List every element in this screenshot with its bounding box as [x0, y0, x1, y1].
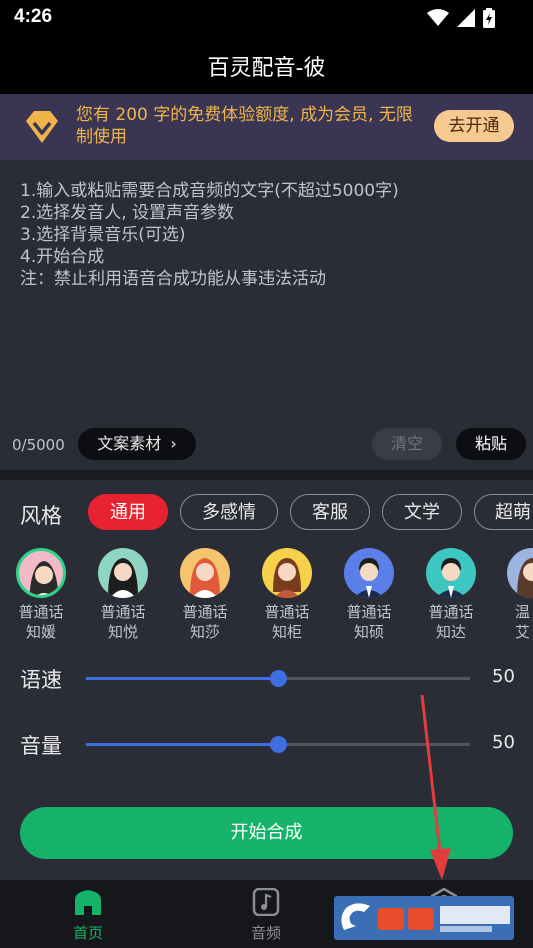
voice-name: 知柜: [271, 623, 302, 641]
avatar: [16, 548, 66, 598]
voice-item[interactable]: 普通话 知莎: [167, 548, 243, 642]
watermark-logo: [334, 896, 514, 940]
avatar: [180, 548, 230, 598]
clear-button[interactable]: 清空: [372, 428, 442, 460]
voice-list: 普通话 知媛 普通话 知悦 普通话 知莎 普通话 知柜 普通话 知硕 普通话 知…: [0, 548, 533, 648]
editor-placeholder: 1.输入或粘贴需要合成音频的文字(不超过5000字) 2.选择发音人, 设置声音…: [20, 180, 399, 290]
style-chip-service[interactable]: 客服: [290, 494, 370, 530]
avatar: [262, 548, 312, 598]
page-title: 百灵配音-彼: [207, 56, 326, 81]
voice-name: 知达: [435, 623, 466, 641]
voice-item[interactable]: 普通话 知柜: [249, 548, 325, 642]
signal-icon: [457, 9, 475, 27]
voice-item[interactable]: 温 艾: [495, 548, 533, 642]
style-label: 风格: [20, 504, 62, 528]
volume-slider-fill: [86, 743, 278, 746]
voice-item[interactable]: 普通话 知媛: [3, 548, 79, 642]
copy-material-button[interactable]: 文案素材 ›: [78, 428, 196, 460]
tab-home-label: 首页: [72, 924, 103, 942]
voice-language: 温: [515, 603, 531, 621]
voice-language: 普通话: [18, 603, 64, 621]
volume-value: 50: [492, 732, 515, 753]
tab-audio[interactable]: 音频: [226, 887, 306, 943]
chevron-right-icon: ›: [170, 434, 177, 453]
avatar: [426, 548, 476, 598]
voice-item[interactable]: 普通话 知达: [413, 548, 489, 642]
voice-item[interactable]: 普通话 知悦: [85, 548, 161, 642]
speed-label: 语速: [20, 668, 62, 692]
style-chip-emotional[interactable]: 多感情: [180, 494, 278, 530]
voice-name: 艾: [515, 623, 531, 641]
avatar: [98, 548, 148, 598]
speed-slider-fill: [86, 677, 278, 680]
speed-value: 50: [492, 666, 515, 687]
wifi-icon: [427, 9, 449, 26]
hint-line: 2.选择发音人, 设置声音参数: [20, 203, 235, 223]
voice-item[interactable]: 普通话 知硕: [331, 548, 407, 642]
volume-slider[interactable]: [86, 736, 470, 753]
voice-name: 知硕: [353, 623, 384, 641]
status-icons: [427, 8, 495, 28]
speed-slider-row: 语速 50: [0, 658, 533, 698]
battery-icon: [483, 8, 495, 28]
diamond-icon: [26, 111, 58, 143]
volume-slider-thumb[interactable]: [270, 736, 287, 753]
hint-line: 1.输入或粘贴需要合成音频的文字(不超过5000字): [20, 181, 399, 201]
style-chip-general[interactable]: 通用: [88, 494, 168, 530]
voice-name: 知媛: [25, 623, 56, 641]
text-editor[interactable]: 1.输入或粘贴需要合成音频的文字(不超过5000字) 2.选择发音人, 设置声音…: [0, 160, 533, 470]
section-divider: [0, 470, 533, 480]
status-bar: 4:26: [0, 0, 533, 36]
voice-language: 普通话: [346, 603, 392, 621]
voice-language: 普通话: [264, 603, 310, 621]
volume-slider-row: 音量 50: [0, 724, 533, 764]
tab-audio-label: 音频: [250, 924, 281, 942]
voice-name: 知悦: [107, 623, 138, 641]
volume-label: 音量: [20, 734, 62, 758]
subscribe-button[interactable]: 去开通: [434, 110, 514, 142]
paste-button[interactable]: 粘贴: [456, 428, 526, 460]
hint-line: 4.开始合成: [20, 247, 105, 267]
voice-name: 知莎: [189, 623, 220, 641]
style-chip-cute[interactable]: 超萌: [474, 494, 533, 530]
copy-material-label: 文案素材: [97, 434, 162, 453]
home-icon: [75, 890, 101, 915]
avatar: [507, 548, 533, 598]
music-file-icon: [252, 887, 280, 917]
character-counter: 0/5000: [12, 436, 65, 454]
speed-slider-thumb[interactable]: [270, 670, 287, 687]
speed-slider[interactable]: [86, 670, 470, 687]
style-chip-literature[interactable]: 文学: [382, 494, 462, 530]
hint-line: 3.选择背景音乐(可选): [20, 225, 186, 245]
voice-language: 普通话: [100, 603, 146, 621]
avatar: [344, 548, 394, 598]
vip-message: 您有 200 字的免费体验额度, 成为会员, 无限制使用: [76, 105, 413, 147]
voice-language: 普通话: [428, 603, 474, 621]
status-time: 4:26: [14, 6, 53, 27]
start-synthesis-button[interactable]: 开始合成: [20, 807, 513, 859]
voice-language: 普通话: [182, 603, 228, 621]
hint-line: 注：禁止利用语音合成功能从事违法活动: [20, 269, 326, 289]
vip-banner[interactable]: 您有 200 字的免费体验额度, 成为会员, 无限制使用 去开通: [0, 94, 533, 160]
tab-home[interactable]: 首页: [48, 888, 128, 943]
style-selector: 风格 通用 多感情 客服 文学 超萌: [0, 490, 533, 536]
app-bar: 百灵配音-彼: [0, 36, 533, 94]
